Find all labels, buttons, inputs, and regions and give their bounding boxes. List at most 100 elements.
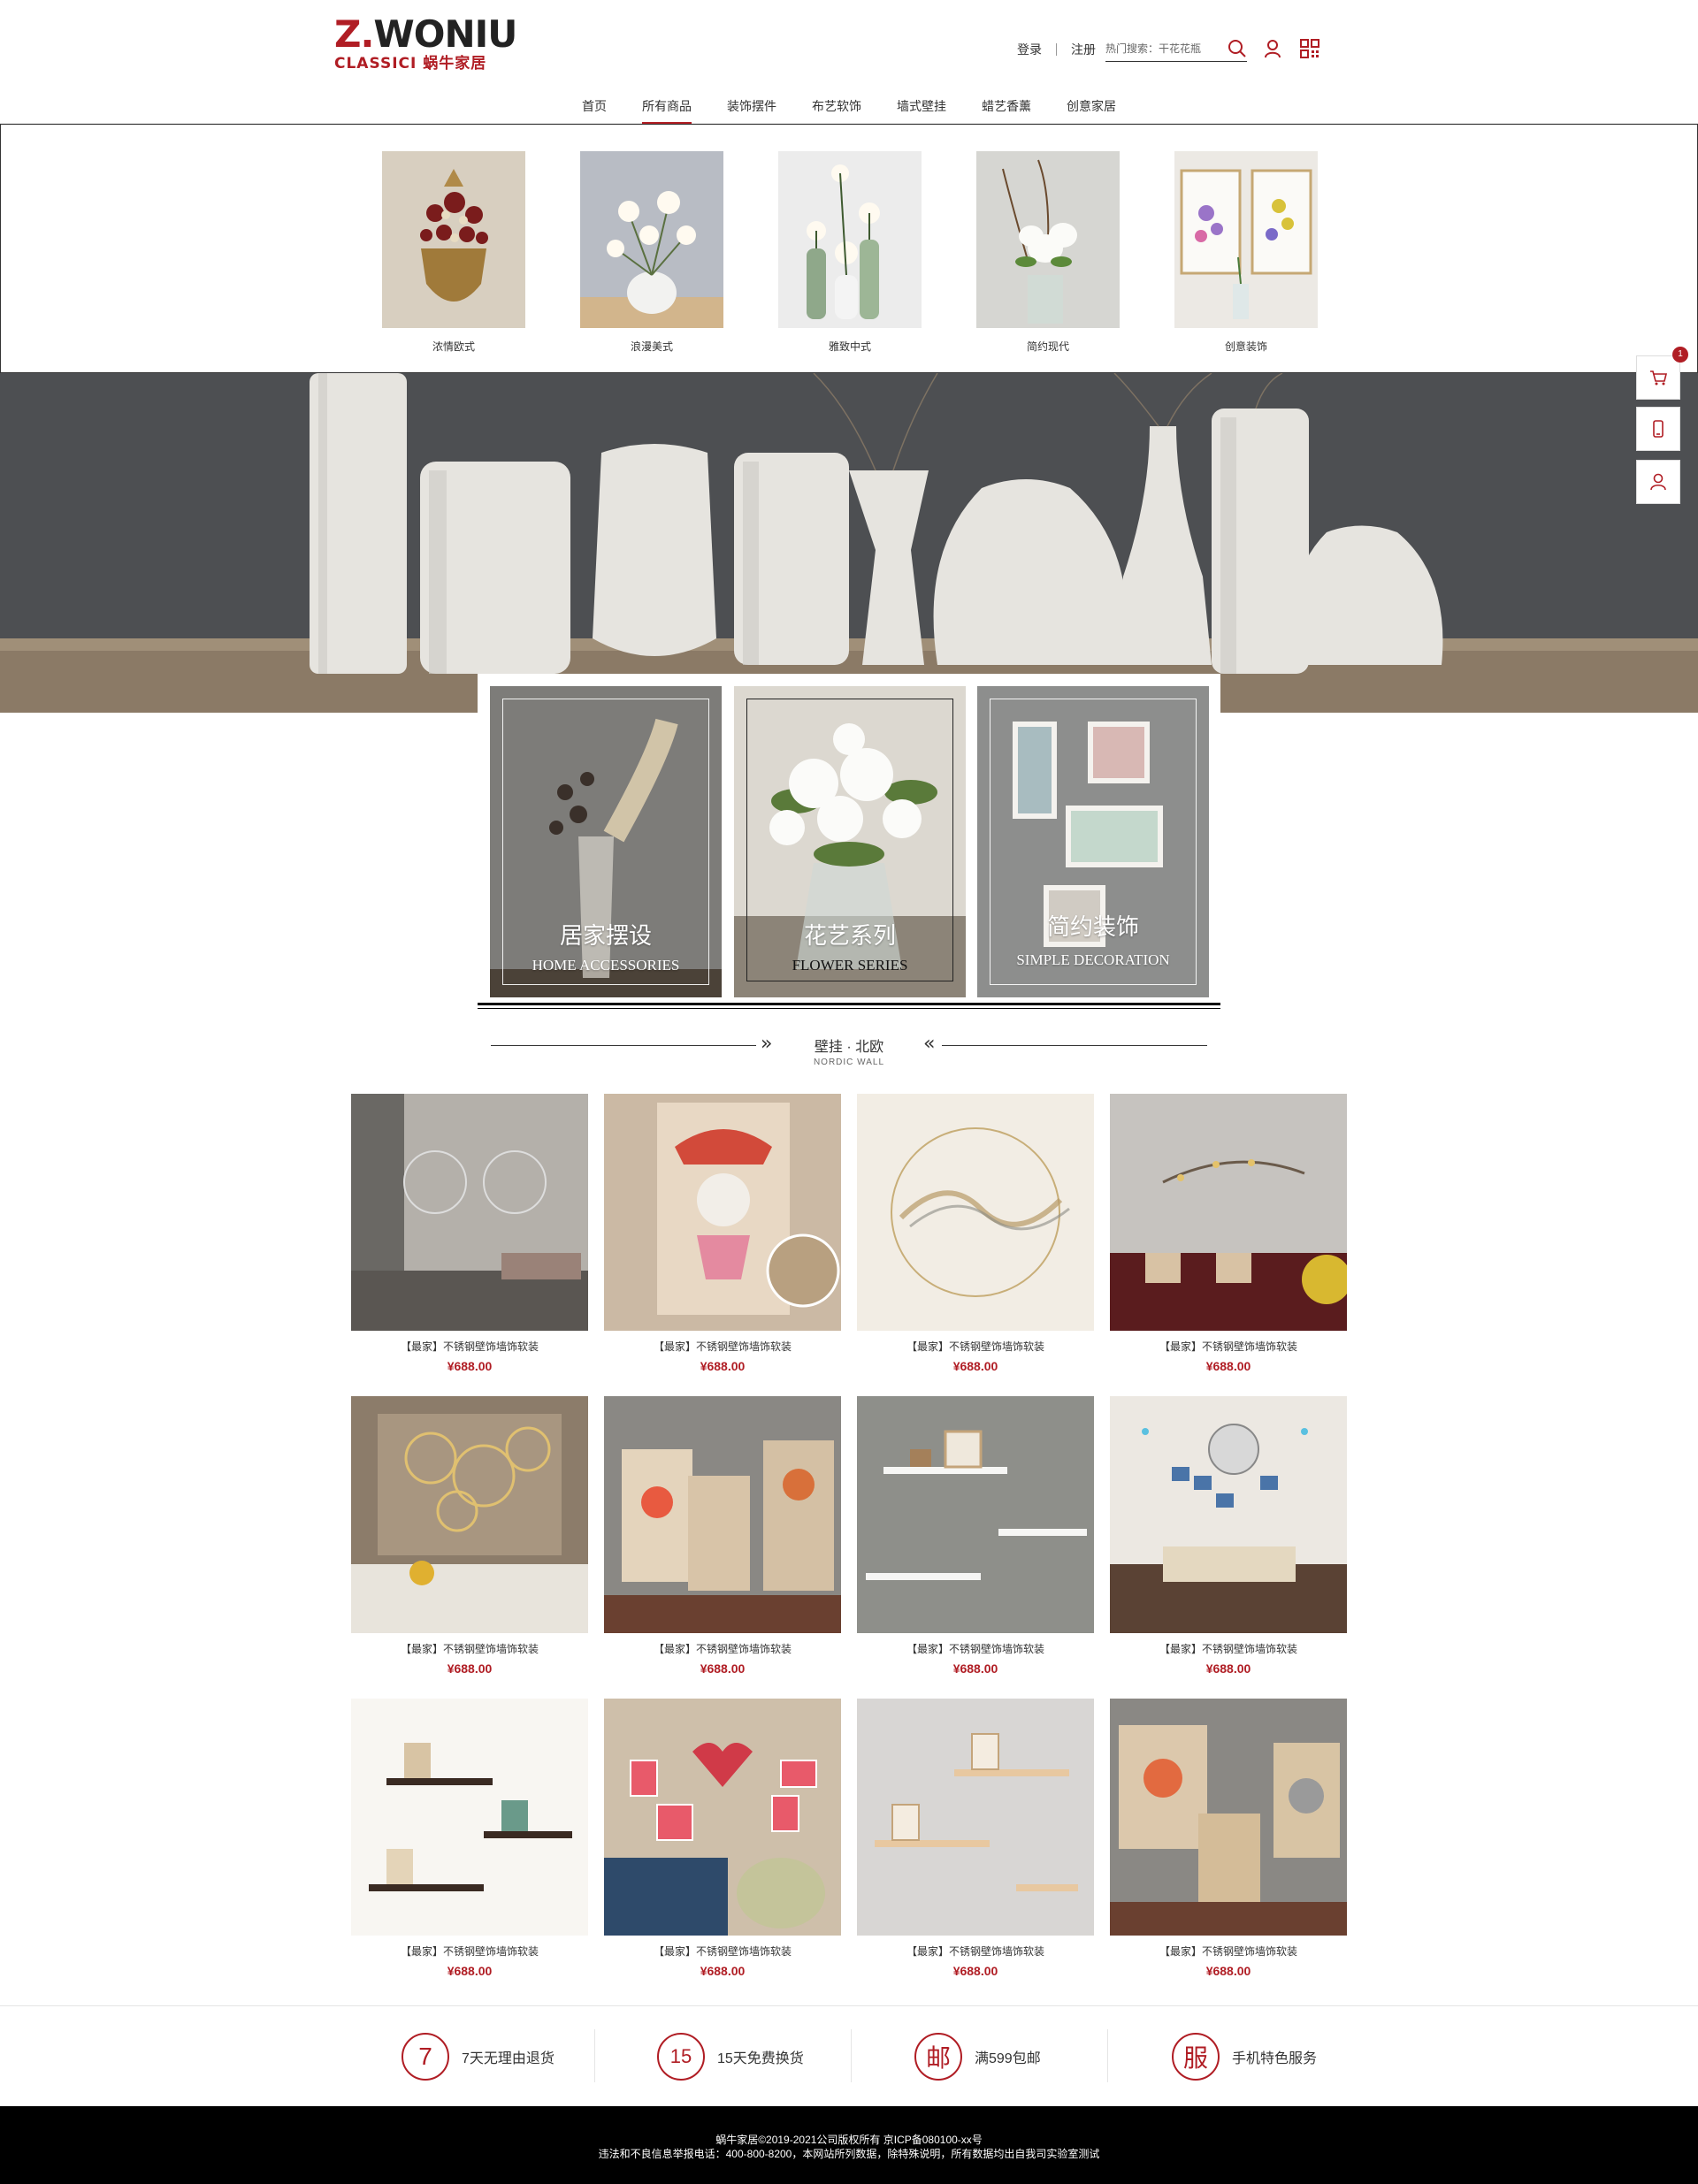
category-image bbox=[580, 151, 723, 328]
nav-item[interactable]: 蜡艺香薰 bbox=[982, 92, 1031, 124]
product-name[interactable]: 【最家】不锈钢壁饰墙饰软装 bbox=[351, 1339, 588, 1354]
product-card[interactable]: 【最家】不锈钢壁饰墙饰软装 ¥688.00 bbox=[1110, 1699, 1347, 1990]
footer-notice: 违法和不良信息举报电话：400-800-8200，本网站所列数据，除特殊说明，所… bbox=[598, 2148, 1100, 2160]
search-input[interactable] bbox=[1105, 37, 1220, 60]
category-label: 浪漫美式 bbox=[630, 340, 673, 353]
divider bbox=[478, 1008, 1220, 1009]
product-card[interactable]: 【最家】不锈钢壁饰墙饰软装 ¥688.00 bbox=[1110, 1396, 1347, 1688]
product-image[interactable] bbox=[604, 1699, 841, 1936]
product-image[interactable] bbox=[857, 1094, 1094, 1331]
product-name[interactable]: 【最家】不锈钢壁饰墙饰软装 bbox=[857, 1641, 1094, 1656]
sidebar-user-button[interactable] bbox=[1636, 460, 1680, 504]
product-price: ¥688.00 bbox=[447, 1661, 493, 1676]
product-image[interactable] bbox=[857, 1699, 1094, 1936]
feature-title: 居家摆设 bbox=[559, 922, 652, 949]
product-price: ¥688.00 bbox=[700, 1359, 746, 1373]
footer: 蜗牛家居©2019-2021公司版权所有 京ICP备080100-xx号 违法和… bbox=[0, 2106, 1698, 2184]
cart-icon bbox=[1650, 370, 1668, 386]
user-icon bbox=[1650, 473, 1666, 491]
nav-item[interactable]: 布艺软饰 bbox=[812, 92, 861, 124]
main-nav: 首页 所有商品 装饰摆件 布艺软饰 墙式壁挂 蜡艺香薰 创意家居 bbox=[0, 92, 1698, 124]
product-card[interactable]: 【最家】不锈钢壁饰墙饰软装 ¥688.00 bbox=[604, 1094, 841, 1386]
product-price: ¥688.00 bbox=[700, 1661, 746, 1676]
product-card[interactable]: 【最家】不锈钢壁饰墙饰软装 ¥688.00 bbox=[857, 1396, 1094, 1688]
product-image[interactable] bbox=[1110, 1094, 1347, 1331]
category-label: 雅致中式 bbox=[828, 340, 871, 353]
feature-subtitle: FLOWER SERIES bbox=[792, 957, 908, 974]
feature-subtitle: HOME ACCESSORIES bbox=[532, 957, 680, 974]
service-shipping[interactable]: 邮 满599包邮 bbox=[914, 2033, 1041, 2081]
feature-card-simple-decoration[interactable]: 简约装饰 SIMPLE DECORATION bbox=[977, 686, 1209, 997]
category-item[interactable]: 浪漫美式 bbox=[580, 151, 723, 354]
product-name[interactable]: 【最家】不锈钢壁饰墙饰软装 bbox=[857, 1943, 1094, 1959]
register-link[interactable]: 注册 bbox=[1071, 41, 1096, 58]
product-card[interactable]: 【最家】不锈钢壁饰墙饰软装 ¥688.00 bbox=[1110, 1094, 1347, 1386]
product-image[interactable] bbox=[351, 1396, 588, 1633]
product-name[interactable]: 【最家】不锈钢壁饰墙饰软装 bbox=[857, 1339, 1094, 1354]
nav-item[interactable]: 首页 bbox=[582, 92, 607, 124]
product-name[interactable]: 【最家】不锈钢壁饰墙饰软装 bbox=[1110, 1339, 1347, 1354]
service-mobile[interactable]: 服 手机特色服务 bbox=[1172, 2033, 1317, 2081]
search-icon[interactable] bbox=[1228, 39, 1247, 58]
category-item[interactable]: 浓情欧式 bbox=[382, 151, 525, 354]
phone-icon bbox=[1653, 420, 1664, 438]
category-item[interactable]: 简约现代 bbox=[976, 151, 1120, 354]
hero-banner[interactable] bbox=[0, 373, 1698, 713]
product-name[interactable]: 【最家】不锈钢壁饰墙饰软装 bbox=[1110, 1641, 1347, 1656]
product-price: ¥688.00 bbox=[447, 1359, 493, 1373]
chevron-left-icon: « bbox=[923, 1033, 936, 1055]
product-name[interactable]: 【最家】不锈钢壁饰墙饰软装 bbox=[351, 1641, 588, 1656]
product-name[interactable]: 【最家】不锈钢壁饰墙饰软装 bbox=[604, 1339, 841, 1354]
nav-item[interactable]: 墙式壁挂 bbox=[897, 92, 946, 124]
divider bbox=[942, 1045, 1207, 1046]
product-card[interactable]: 【最家】不锈钢壁饰墙饰软装 ¥688.00 bbox=[351, 1094, 588, 1386]
sidebar-cart-button[interactable] bbox=[1636, 355, 1680, 400]
product-price: ¥688.00 bbox=[952, 1661, 998, 1676]
section-subtitle: NORDIC WALL bbox=[813, 1058, 885, 1067]
feature-title: 花艺系列 bbox=[803, 922, 896, 949]
nav-item[interactable]: 所有商品 bbox=[642, 92, 692, 124]
brand-logo[interactable]: Z.WONIU CLASSICI 蜗牛家居 bbox=[334, 14, 517, 76]
product-image[interactable] bbox=[604, 1396, 841, 1633]
product-image[interactable] bbox=[351, 1699, 588, 1936]
service-return[interactable]: 7 7天无理由退货 bbox=[402, 2033, 555, 2081]
feature-title: 简约装饰 bbox=[1046, 913, 1139, 940]
category-dropdown: 浓情欧式 浪漫美式 雅致中式 简约现代 创意装饰 bbox=[0, 124, 1698, 373]
service-label: 7天无理由退货 bbox=[462, 2051, 555, 2066]
category-item[interactable]: 创意装饰 bbox=[1174, 151, 1318, 354]
product-card[interactable]: 【最家】不锈钢壁饰墙饰软装 ¥688.00 bbox=[351, 1699, 588, 1990]
feature-card-flower-series[interactable]: 花艺系列 FLOWER SERIES bbox=[734, 686, 966, 997]
sidebar-mobile-button[interactable] bbox=[1636, 407, 1680, 451]
exchange-icon: 15 bbox=[657, 2033, 705, 2081]
product-name[interactable]: 【最家】不锈钢壁饰墙饰软装 bbox=[604, 1943, 841, 1959]
product-image[interactable] bbox=[857, 1396, 1094, 1633]
product-image[interactable] bbox=[604, 1094, 841, 1331]
divider bbox=[1056, 43, 1057, 56]
service-icon: 服 bbox=[1172, 2033, 1220, 2081]
product-name[interactable]: 【最家】不锈钢壁饰墙饰软装 bbox=[1110, 1943, 1347, 1959]
product-card[interactable]: 【最家】不锈钢壁饰墙饰软装 ¥688.00 bbox=[857, 1699, 1094, 1990]
nav-item[interactable]: 装饰摆件 bbox=[727, 92, 776, 124]
product-image[interactable] bbox=[351, 1094, 588, 1331]
logo-sub: CLASSICI 蜗牛家居 bbox=[334, 55, 487, 73]
product-card[interactable]: 【最家】不锈钢壁饰墙饰软装 ¥688.00 bbox=[604, 1699, 841, 1990]
login-link[interactable]: 登录 bbox=[1017, 41, 1042, 58]
feature-card-home-accessories[interactable]: 居家摆设 HOME ACCESSORIES bbox=[490, 686, 722, 997]
nav-item[interactable]: 创意家居 bbox=[1067, 92, 1116, 124]
product-image[interactable] bbox=[1110, 1699, 1347, 1936]
feature-subtitle: SIMPLE DECORATION bbox=[1016, 951, 1170, 968]
product-card[interactable]: 【最家】不锈钢壁饰墙饰软装 ¥688.00 bbox=[857, 1094, 1094, 1386]
category-image bbox=[1174, 151, 1318, 328]
user-icon[interactable] bbox=[1263, 39, 1282, 58]
category-item[interactable]: 雅致中式 bbox=[778, 151, 922, 354]
category-image bbox=[778, 151, 922, 328]
qrcode-icon[interactable] bbox=[1300, 39, 1319, 58]
product-name[interactable]: 【最家】不锈钢壁饰墙饰软装 bbox=[351, 1943, 588, 1959]
product-name[interactable]: 【最家】不锈钢壁饰墙饰软装 bbox=[604, 1641, 841, 1656]
product-card[interactable]: 【最家】不锈钢壁饰墙饰软装 ¥688.00 bbox=[351, 1396, 588, 1688]
service-label: 满599包邮 bbox=[975, 2051, 1041, 2066]
product-image[interactable] bbox=[1110, 1396, 1347, 1633]
service-label: 15天免费换货 bbox=[717, 2051, 804, 2066]
product-card[interactable]: 【最家】不锈钢壁饰墙饰软装 ¥688.00 bbox=[604, 1396, 841, 1688]
service-exchange[interactable]: 15 15天免费换货 bbox=[657, 2033, 804, 2081]
